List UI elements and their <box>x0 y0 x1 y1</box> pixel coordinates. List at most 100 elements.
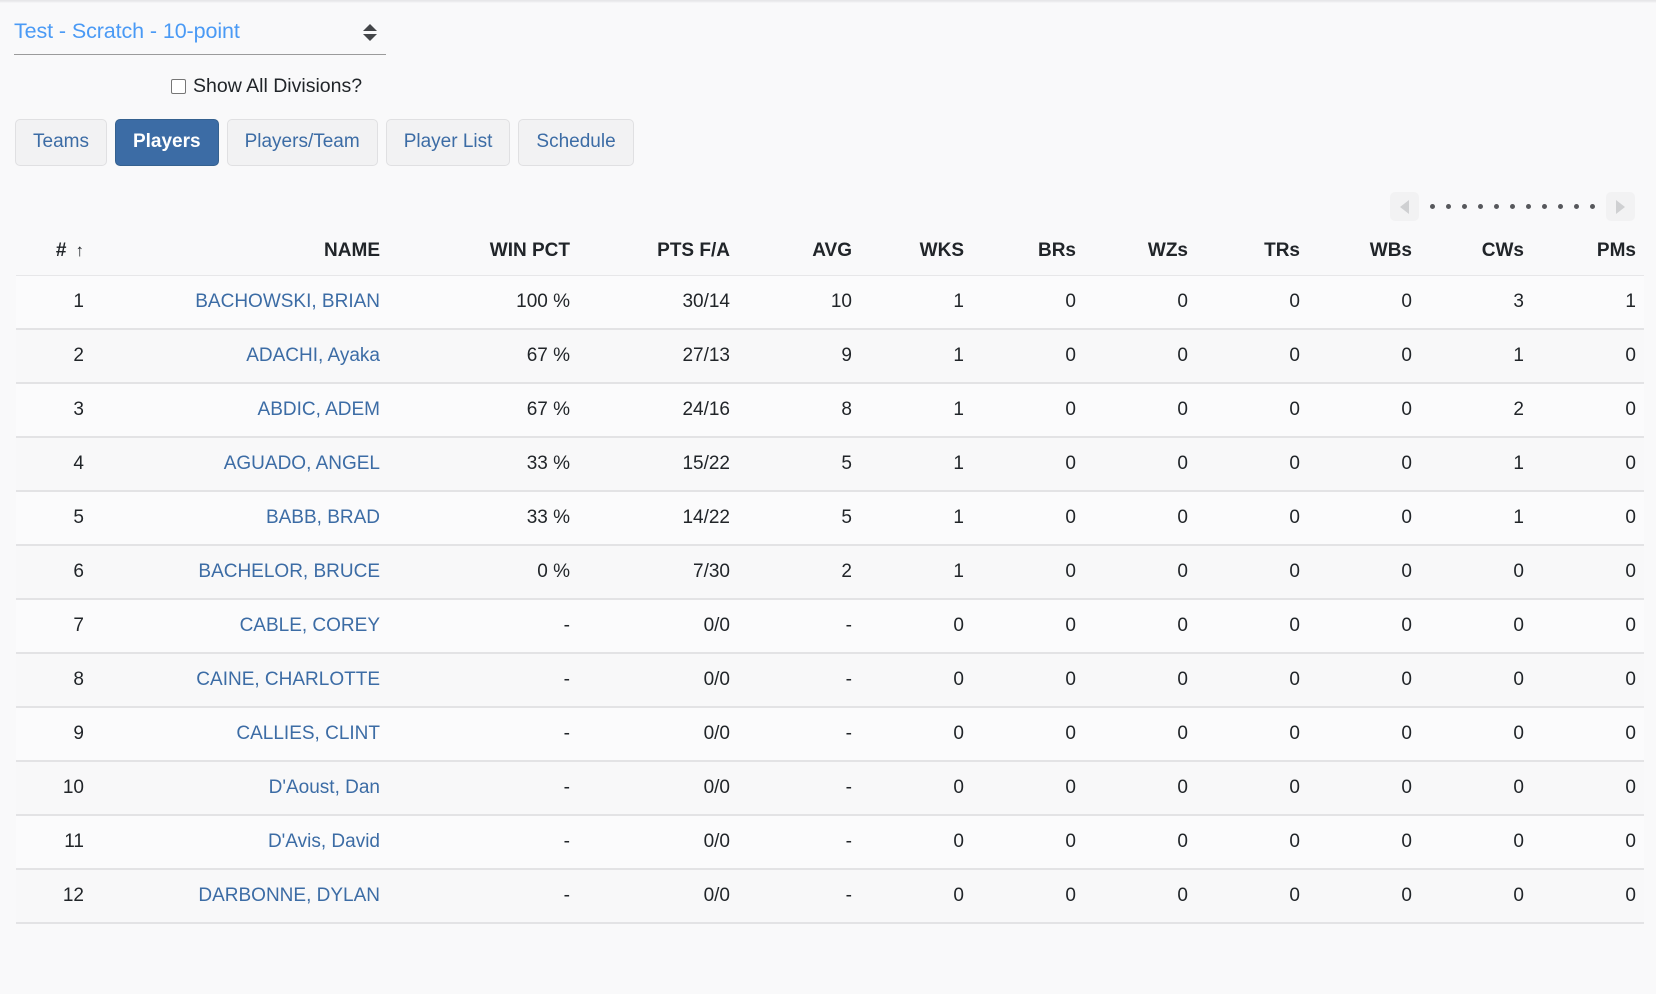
cell-cws: 0 <box>1420 653 1532 707</box>
column-header-cws[interactable]: CWs <box>1420 230 1532 276</box>
cell-wks: 0 <box>860 815 972 869</box>
column-header-trs[interactable]: TRs <box>1196 230 1308 276</box>
cell-win-pct: - <box>388 869 578 923</box>
player-name-link[interactable]: CABLE, COREY <box>240 615 380 636</box>
column-header-brs[interactable]: BRs <box>972 230 1084 276</box>
player-name-link[interactable]: CAINE, CHARLOTTE <box>196 669 380 690</box>
view-button-group: Teams Players Players/Team Player List S… <box>14 119 1642 166</box>
cell-pms: 0 <box>1532 383 1644 437</box>
cell-cws: 1 <box>1420 329 1532 383</box>
pagination-dot[interactable] <box>1526 204 1531 209</box>
column-header-pms[interactable]: PMs <box>1532 230 1644 276</box>
cell-cws: 0 <box>1420 761 1532 815</box>
cell-wbs: 0 <box>1308 653 1420 707</box>
cell-win-pct: 100 % <box>388 276 578 330</box>
cell-pms: 0 <box>1532 329 1644 383</box>
cell-wks: 1 <box>860 383 972 437</box>
cell-wks: 1 <box>860 437 972 491</box>
view-button-player-list[interactable]: Player List <box>386 119 511 166</box>
player-name-link[interactable]: ABDIC, ADEM <box>258 399 380 420</box>
table-row: 9CALLIES, CLINT-0/0-0000000 <box>16 707 1644 761</box>
cell-rank: 8 <box>16 653 92 707</box>
cell-win-pct: 0 % <box>388 545 578 599</box>
player-stats-table: #↑ NAME WIN PCT PTS F/A AVG WKS BRs WZs … <box>16 230 1644 924</box>
cell-brs: 0 <box>972 437 1084 491</box>
cell-wks: 1 <box>860 545 972 599</box>
view-button-schedule[interactable]: Schedule <box>518 119 633 166</box>
view-button-players[interactable]: Players <box>115 119 219 166</box>
cell-brs: 0 <box>972 491 1084 545</box>
pagination-dot[interactable] <box>1430 204 1435 209</box>
table-row: 10D'Aoust, Dan-0/0-0000000 <box>16 761 1644 815</box>
pagination-dot[interactable] <box>1462 204 1467 209</box>
cell-rank: 10 <box>16 761 92 815</box>
chevron-left-icon[interactable] <box>1390 192 1419 221</box>
pagination-dot[interactable] <box>1558 204 1563 209</box>
player-name-link[interactable]: D'Aoust, Dan <box>269 777 380 798</box>
pagination-dot[interactable] <box>1574 204 1579 209</box>
column-header-win-pct[interactable]: WIN PCT <box>388 230 578 276</box>
column-header-name[interactable]: NAME <box>92 230 388 276</box>
cell-pms: 0 <box>1532 437 1644 491</box>
cell-rank: 5 <box>16 491 92 545</box>
show-all-divisions-checkbox[interactable] <box>171 79 186 94</box>
stats-table-body: 1BACHOWSKI, BRIAN100 %30/141010000312ADA… <box>16 276 1644 924</box>
division-select-value: Test - Scratch - 10-point <box>14 17 240 45</box>
cell-wzs: 0 <box>1084 276 1196 330</box>
view-button-players-team[interactable]: Players/Team <box>227 119 378 166</box>
pagination-dot[interactable] <box>1510 204 1515 209</box>
player-name-link[interactable]: BACHOWSKI, BRIAN <box>195 291 380 312</box>
column-header-pts-fa[interactable]: PTS F/A <box>578 230 738 276</box>
cell-cws: 0 <box>1420 815 1532 869</box>
cell-name: CALLIES, CLINT <box>92 707 388 761</box>
player-name-link[interactable]: AGUADO, ANGEL <box>224 453 380 474</box>
division-select[interactable]: Test - Scratch - 10-point <box>14 15 386 55</box>
player-name-link[interactable]: D'Avis, David <box>268 831 380 852</box>
cell-wks: 1 <box>860 491 972 545</box>
pagination-dot[interactable] <box>1478 204 1483 209</box>
column-header-wks[interactable]: WKS <box>860 230 972 276</box>
cell-brs: 0 <box>972 707 1084 761</box>
table-row: 6BACHELOR, BRUCE0 %7/3021000000 <box>16 545 1644 599</box>
table-row: 12DARBONNE, DYLAN-0/0-0000000 <box>16 869 1644 923</box>
cell-avg: 9 <box>738 329 860 383</box>
chevron-right-glyph <box>1616 200 1625 214</box>
cell-wzs: 0 <box>1084 869 1196 923</box>
column-header-wzs[interactable]: WZs <box>1084 230 1196 276</box>
pagination-dot[interactable] <box>1446 204 1451 209</box>
cell-wzs: 0 <box>1084 329 1196 383</box>
pagination-dot[interactable] <box>1494 204 1499 209</box>
column-header-rank[interactable]: #↑ <box>16 230 92 276</box>
cell-pms: 0 <box>1532 491 1644 545</box>
cell-trs: 0 <box>1196 329 1308 383</box>
cell-wzs: 0 <box>1084 383 1196 437</box>
cell-rank: 11 <box>16 815 92 869</box>
player-name-link[interactable]: BABB, BRAD <box>266 507 380 528</box>
cell-wbs: 0 <box>1308 761 1420 815</box>
cell-wbs: 0 <box>1308 329 1420 383</box>
player-name-link[interactable]: ADACHI, Ayaka <box>246 345 380 366</box>
table-row: 2ADACHI, Ayaka67 %27/1391000010 <box>16 329 1644 383</box>
cell-wks: 0 <box>860 599 972 653</box>
cell-wbs: 0 <box>1308 383 1420 437</box>
cell-brs: 0 <box>972 276 1084 330</box>
cell-win-pct: 67 % <box>388 383 578 437</box>
pagination-dot[interactable] <box>1590 204 1595 209</box>
cell-pts-fa: 15/22 <box>578 437 738 491</box>
cell-win-pct: 67 % <box>388 329 578 383</box>
column-header-wbs[interactable]: WBs <box>1308 230 1420 276</box>
cell-cws: 2 <box>1420 383 1532 437</box>
pagination-dot[interactable] <box>1542 204 1547 209</box>
cell-wks: 1 <box>860 276 972 330</box>
cell-name: DARBONNE, DYLAN <box>92 869 388 923</box>
chevron-right-icon[interactable] <box>1606 192 1635 221</box>
cell-rank: 4 <box>16 437 92 491</box>
table-row: 4AGUADO, ANGEL33 %15/2251000010 <box>16 437 1644 491</box>
pager-row <box>14 192 1642 221</box>
view-button-teams[interactable]: Teams <box>15 119 107 166</box>
player-name-link[interactable]: DARBONNE, DYLAN <box>198 885 380 906</box>
player-name-link[interactable]: BACHELOR, BRUCE <box>198 561 380 582</box>
cell-pms: 0 <box>1532 545 1644 599</box>
column-header-avg[interactable]: AVG <box>738 230 860 276</box>
player-name-link[interactable]: CALLIES, CLINT <box>236 723 380 744</box>
